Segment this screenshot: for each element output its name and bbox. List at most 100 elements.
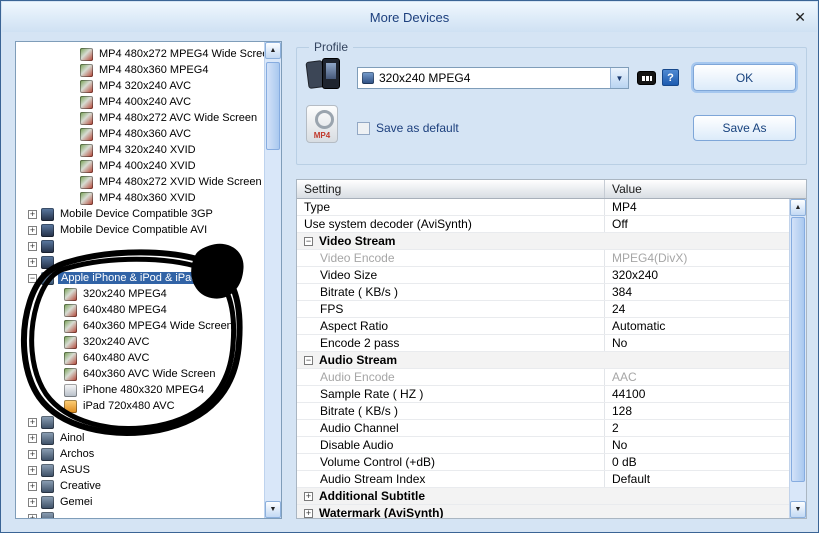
tree-item[interactable]: + — [16, 414, 264, 430]
tree-item[interactable]: MP4 480x272 XVID Wide Screen — [16, 174, 264, 190]
tree-scroll-down-arrow[interactable]: ▼ — [265, 501, 281, 518]
profile-options-button[interactable] — [637, 71, 656, 85]
tree-item[interactable]: MP4 480x272 MPEG4 Wide Screen — [16, 46, 264, 62]
tree-item[interactable]: 640x360 AVC Wide Screen — [16, 366, 264, 382]
table-row[interactable]: FPS 24 — [297, 301, 789, 318]
tree-item[interactable]: 640x480 AVC — [16, 350, 264, 366]
tree-item[interactable]: MP4 400x240 XVID — [16, 158, 264, 174]
table-scrollbar-thumb[interactable] — [791, 217, 805, 482]
tree-item-selected[interactable]: − Apple iPhone & iPod & iPad — [16, 270, 264, 286]
table-row[interactable]: Bitrate ( KB/s ) 384 — [297, 284, 789, 301]
setting-value[interactable]: 2 — [605, 420, 789, 436]
table-scroll-up-arrow[interactable]: ▲ — [790, 199, 806, 216]
tree-item[interactable]: + Archos — [16, 446, 264, 462]
tree-item[interactable]: 320x240 MPEG4 — [16, 286, 264, 302]
setting-value[interactable] — [605, 505, 789, 518]
tree-item[interactable]: + — [16, 510, 264, 518]
setting-value[interactable] — [605, 488, 789, 504]
close-icon[interactable]: ✕ — [794, 9, 806, 26]
setting-value[interactable]: 128 — [605, 403, 789, 419]
tree-item[interactable]: MP4 320x240 AVC — [16, 78, 264, 94]
setting-value[interactable]: MPEG4(DivX) — [605, 250, 789, 266]
table-row[interactable]: + Additional Subtitle — [297, 488, 789, 505]
setting-value[interactable]: 0 dB — [605, 454, 789, 470]
tree-item[interactable]: + — [16, 254, 264, 270]
setting-value[interactable] — [605, 352, 789, 368]
setting-value[interactable] — [605, 233, 789, 249]
tree-item[interactable]: MP4 480x360 MPEG4 — [16, 62, 264, 78]
dropdown-arrow-icon[interactable]: ▼ — [610, 68, 628, 88]
setting-value[interactable]: Off — [605, 216, 789, 232]
tree-item[interactable]: + ASUS — [16, 462, 264, 478]
expander-icon[interactable]: + — [28, 513, 37, 518]
expander-icon[interactable]: + — [28, 417, 37, 427]
setting-value[interactable]: No — [605, 437, 789, 453]
group-toggle-icon[interactable]: + — [304, 508, 313, 518]
setting-value[interactable]: Default — [605, 471, 789, 487]
table-row[interactable]: Video Size 320x240 — [297, 267, 789, 284]
group-toggle-icon[interactable]: + — [304, 491, 313, 501]
tree-item[interactable]: MP4 480x360 AVC — [16, 126, 264, 142]
tree-item[interactable]: + Ainol — [16, 430, 264, 446]
setting-value[interactable]: AAC — [605, 369, 789, 385]
table-row[interactable]: Disable Audio No — [297, 437, 789, 454]
tree-scrollbar-thumb[interactable] — [266, 62, 280, 150]
table-row[interactable]: − Audio Stream — [297, 352, 789, 369]
tree-item[interactable]: iPad 720x480 AVC — [16, 398, 264, 414]
table-row[interactable]: Use system decoder (AviSynth) Off — [297, 216, 789, 233]
expander-icon[interactable]: − — [28, 273, 37, 283]
table-row[interactable]: Sample Rate ( HZ ) 44100 — [297, 386, 789, 403]
table-row[interactable]: Aspect Ratio Automatic — [297, 318, 789, 335]
tree-item[interactable]: MP4 400x240 AVC — [16, 94, 264, 110]
tree-item[interactable]: + Gemei — [16, 494, 264, 510]
expander-icon[interactable]: + — [28, 449, 37, 459]
expander-icon[interactable]: + — [28, 257, 37, 267]
setting-value[interactable]: 320x240 — [605, 267, 789, 283]
tree-item[interactable]: MP4 320x240 XVID — [16, 142, 264, 158]
tree-item[interactable]: + — [16, 238, 264, 254]
expander-icon[interactable]: + — [28, 481, 37, 491]
setting-value[interactable]: No — [605, 335, 789, 351]
table-scroll-down-arrow[interactable]: ▼ — [790, 501, 806, 518]
table-row[interactable]: Audio Encode AAC — [297, 369, 789, 386]
expander-icon[interactable]: + — [28, 465, 37, 475]
tree-item[interactable]: + Mobile Device Compatible AVI — [16, 222, 264, 238]
save-as-button[interactable]: Save As — [693, 115, 796, 141]
ok-button[interactable]: OK — [693, 64, 796, 91]
tree-item[interactable]: + Mobile Device Compatible 3GP — [16, 206, 264, 222]
group-toggle-icon[interactable]: − — [304, 236, 313, 246]
table-row[interactable]: Type MP4 — [297, 199, 789, 216]
table-row[interactable]: Audio Channel 2 — [297, 420, 789, 437]
tree-scrollbar[interactable]: ▲ ▼ — [264, 42, 281, 518]
setting-value[interactable]: MP4 — [605, 199, 789, 215]
setting-value[interactable]: 44100 — [605, 386, 789, 402]
expander-icon[interactable]: + — [28, 209, 37, 219]
setting-value[interactable]: 384 — [605, 284, 789, 300]
table-row[interactable]: Audio Stream Index Default — [297, 471, 789, 488]
tree-item[interactable]: iPhone 480x320 MPEG4 — [16, 382, 264, 398]
profile-dropdown[interactable]: 320x240 MPEG4 ▼ — [357, 67, 629, 89]
expander-icon[interactable]: + — [28, 433, 37, 443]
expander-icon[interactable]: + — [28, 225, 37, 235]
titlebar[interactable]: More Devices ✕ — [2, 2, 817, 32]
table-row[interactable]: Volume Control (+dB) 0 dB — [297, 454, 789, 471]
help-button[interactable]: ? — [662, 69, 679, 86]
tree-item[interactable]: MP4 480x360 XVID — [16, 190, 264, 206]
tree-item[interactable]: 640x480 MPEG4 — [16, 302, 264, 318]
table-row[interactable]: Bitrate ( KB/s ) 128 — [297, 403, 789, 420]
group-toggle-icon[interactable]: − — [304, 355, 313, 365]
save-as-default-checkbox[interactable] — [357, 122, 370, 135]
tree-item[interactable]: 320x240 AVC — [16, 334, 264, 350]
tree-item[interactable]: MP4 480x272 AVC Wide Screen — [16, 110, 264, 126]
tree-scroll-up-arrow[interactable]: ▲ — [265, 42, 281, 59]
table-row[interactable]: − Video Stream — [297, 233, 789, 250]
table-scrollbar[interactable]: ▲ ▼ — [789, 199, 806, 518]
expander-icon[interactable]: + — [28, 241, 37, 251]
table-row[interactable]: Video Encode MPEG4(DivX) — [297, 250, 789, 267]
tree-item[interactable]: + Creative — [16, 478, 264, 494]
setting-value[interactable]: Automatic — [605, 318, 789, 334]
tree-item[interactable]: 640x360 MPEG4 Wide Screen — [16, 318, 264, 334]
expander-icon[interactable]: + — [28, 497, 37, 507]
table-row[interactable]: + Watermark (AviSynth) — [297, 505, 789, 518]
setting-value[interactable]: 24 — [605, 301, 789, 317]
